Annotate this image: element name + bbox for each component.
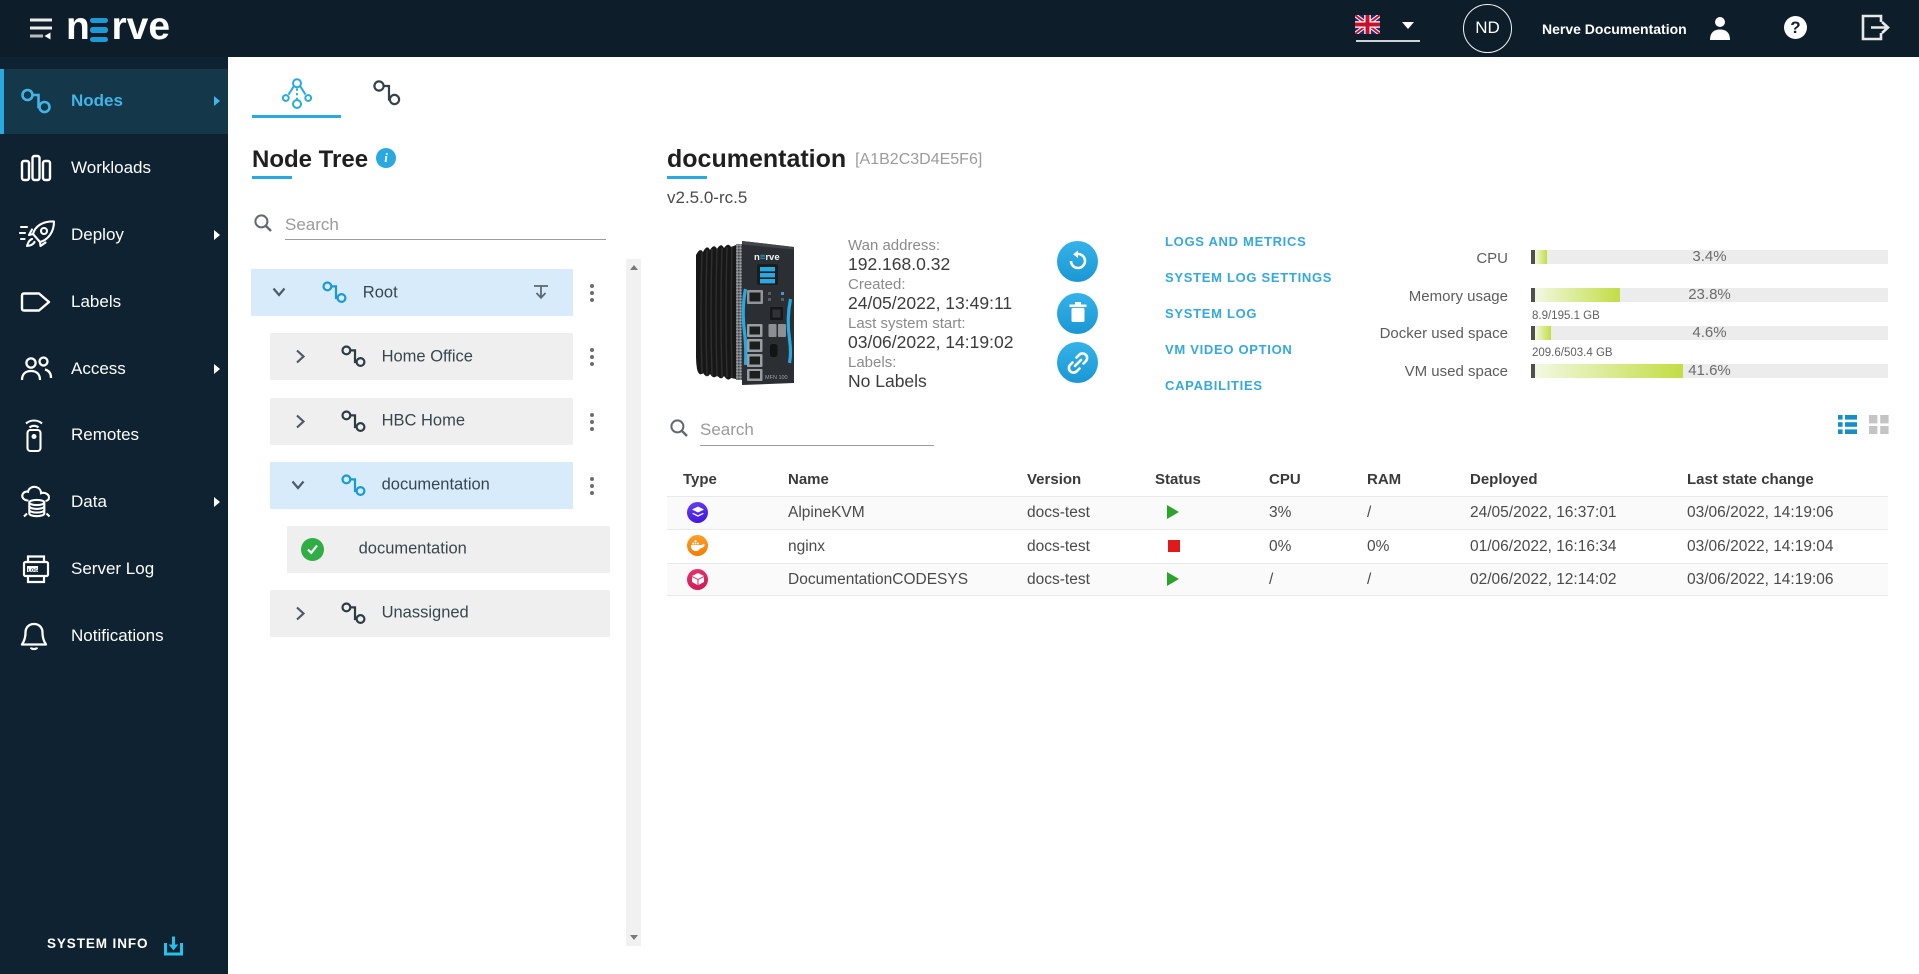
svg-text:MFN 100: MFN 100 xyxy=(765,375,788,381)
svg-text:LOG: LOG xyxy=(28,567,38,572)
svg-text:n≡rve: n≡rve xyxy=(754,252,780,263)
